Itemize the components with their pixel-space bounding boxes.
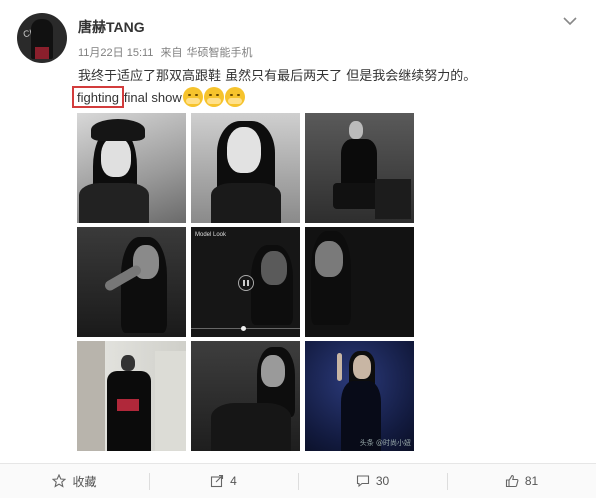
like-button[interactable]: 81 (447, 464, 596, 498)
photo-thumbnail[interactable] (77, 341, 186, 451)
chevron-down-icon[interactable] (561, 12, 579, 30)
photo-thumbnail[interactable]: 头条 @时尚小妞 (305, 341, 414, 451)
post-text-line1: 我终于适应了那双高跟鞋 虽然只有最后两天了 但是我会继续努力的。 (78, 69, 477, 84)
emoji-icon (224, 87, 245, 107)
thumbs-up-icon (505, 474, 519, 488)
author-name[interactable]: 唐赫TANG (78, 17, 145, 37)
comment-count: 30 (375, 474, 390, 488)
video-thumbnail[interactable]: Model Look (191, 227, 300, 337)
source-prefix: 来自 (160, 47, 183, 59)
emoji-icon (203, 87, 224, 107)
share-icon (211, 474, 224, 488)
photo-thumbnail[interactable] (191, 113, 300, 223)
photo-thumbnail[interactable] (191, 341, 300, 451)
photo-thumbnail[interactable] (305, 227, 414, 337)
like-count: 81 (524, 474, 539, 488)
post-text-after: final show (123, 89, 182, 105)
avatar-figure-accent (35, 47, 49, 59)
comment-icon (356, 475, 369, 488)
photo-thumbnail[interactable] (77, 227, 186, 337)
photo-thumbnail[interactable] (305, 113, 414, 223)
action-bar: 收藏 4 30 81 (0, 463, 596, 498)
post-text-line2: fighting final show (72, 86, 245, 108)
avatar[interactable]: CITY (17, 13, 67, 63)
post-meta: 11月22日 15:11 来自 华硕智能手机 (78, 44, 256, 60)
post-time[interactable]: 11月22日 15:11 (78, 47, 153, 59)
emoji-icon (182, 87, 203, 107)
favorite-label: 收藏 (72, 474, 97, 489)
image-watermark: 头条 @时尚小妞 (359, 439, 411, 447)
video-progress-handle[interactable] (241, 326, 246, 331)
highlighted-word: fighting (72, 86, 124, 108)
comment-button[interactable]: 30 (298, 464, 447, 498)
repost-count: 4 (230, 474, 237, 488)
pause-icon[interactable] (238, 275, 254, 291)
video-title: Model Look (195, 232, 227, 238)
star-icon (52, 474, 67, 488)
photo-thumbnail[interactable] (77, 113, 186, 223)
favorite-button[interactable]: 收藏 (0, 464, 149, 498)
repost-button[interactable]: 4 (149, 464, 298, 498)
post-source[interactable]: 华硕智能手机 (186, 47, 252, 59)
